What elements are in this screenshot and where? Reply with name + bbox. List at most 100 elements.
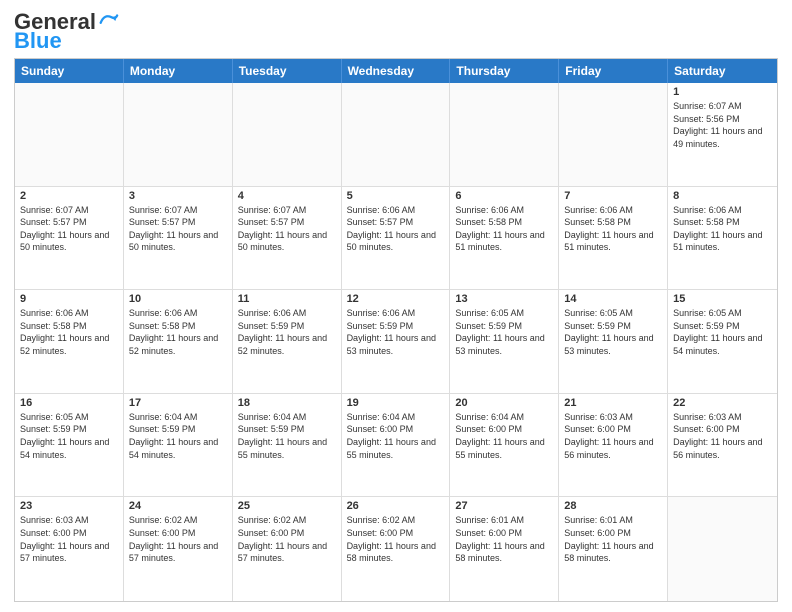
day-number: 7	[564, 190, 662, 202]
day-info: Sunrise: 6:06 AMSunset: 5:57 PMDaylight:…	[347, 204, 445, 254]
day-number: 27	[455, 500, 553, 512]
cal-cell: 5 Sunrise: 6:06 AMSunset: 5:57 PMDaylight…	[342, 187, 451, 290]
day-info: Sunrise: 6:04 AMSunset: 6:00 PMDaylight:…	[347, 411, 445, 461]
day-info: Sunrise: 6:07 AMSunset: 5:57 PMDaylight:…	[238, 204, 336, 254]
cal-cell	[233, 83, 342, 186]
day-number: 1	[673, 86, 772, 98]
day-number: 11	[238, 293, 336, 305]
day-number: 23	[20, 500, 118, 512]
cal-cell	[450, 83, 559, 186]
week-row-1: 1 Sunrise: 6:07 AMSunset: 5:56 PMDaylight…	[15, 83, 777, 187]
week-row-2: 2 Sunrise: 6:07 AMSunset: 5:57 PMDaylight…	[15, 187, 777, 291]
day-info: Sunrise: 6:04 AMSunset: 6:00 PMDaylight:…	[455, 411, 553, 461]
cal-cell: 13Sunrise: 6:05 AMSunset: 5:59 PMDayligh…	[450, 290, 559, 393]
cal-cell: 27 Sunrise: 6:01 AMSunset: 6:00 PMDayligh…	[450, 497, 559, 601]
day-info: Sunrise: 6:04 AMSunset: 5:59 PMDaylight:…	[129, 411, 227, 461]
day-number: 2	[20, 190, 118, 202]
cal-cell: 22 Sunrise: 6:03 AMSunset: 6:00 PMDayligh…	[668, 394, 777, 497]
calendar-body: 1 Sunrise: 6:07 AMSunset: 5:56 PMDaylight…	[15, 83, 777, 601]
cal-cell: 6 Sunrise: 6:06 AMSunset: 5:58 PMDaylight…	[450, 187, 559, 290]
cal-cell: 21 Sunrise: 6:03 AMSunset: 6:00 PMDayligh…	[559, 394, 668, 497]
cal-cell: 8Sunrise: 6:06 AMSunset: 5:58 PMDaylight…	[668, 187, 777, 290]
cal-cell	[668, 497, 777, 601]
day-info: Sunrise: 6:06 AMSunset: 5:59 PMDaylight:…	[347, 307, 445, 357]
cal-cell: 26Sunrise: 6:02 AMSunset: 6:00 PMDayligh…	[342, 497, 451, 601]
calendar-header: SundayMondayTuesdayWednesdayThursdayFrid…	[15, 59, 777, 83]
day-info: Sunrise: 6:07 AMSunset: 5:57 PMDaylight:…	[20, 204, 118, 254]
day-info: Sunrise: 6:05 AMSunset: 5:59 PMDaylight:…	[673, 307, 772, 357]
cal-cell: 7 Sunrise: 6:06 AMSunset: 5:58 PMDaylight…	[559, 187, 668, 290]
cal-cell: 2 Sunrise: 6:07 AMSunset: 5:57 PMDaylight…	[15, 187, 124, 290]
logo-text-blue: Blue	[14, 30, 62, 52]
day-info: Sunrise: 6:04 AMSunset: 5:59 PMDaylight:…	[238, 411, 336, 461]
day-header-thursday: Thursday	[450, 59, 559, 83]
cal-cell: 14Sunrise: 6:05 AMSunset: 5:59 PMDayligh…	[559, 290, 668, 393]
day-info: Sunrise: 6:05 AMSunset: 5:59 PMDaylight:…	[20, 411, 118, 461]
logo: General Blue	[14, 10, 119, 52]
day-info: Sunrise: 6:01 AMSunset: 6:00 PMDaylight:…	[455, 514, 553, 564]
cal-cell: 25 Sunrise: 6:02 AMSunset: 6:00 PMDayligh…	[233, 497, 342, 601]
cal-cell: 1 Sunrise: 6:07 AMSunset: 5:56 PMDaylight…	[668, 83, 777, 186]
day-number: 16	[20, 397, 118, 409]
day-info: Sunrise: 6:06 AMSunset: 5:59 PMDaylight:…	[238, 307, 336, 357]
cal-cell: 28Sunrise: 6:01 AMSunset: 6:00 PMDayligh…	[559, 497, 668, 601]
day-number: 5	[347, 190, 445, 202]
day-header-saturday: Saturday	[668, 59, 777, 83]
day-header-monday: Monday	[124, 59, 233, 83]
cal-cell: 23 Sunrise: 6:03 AMSunset: 6:00 PMDayligh…	[15, 497, 124, 601]
week-row-5: 23 Sunrise: 6:03 AMSunset: 6:00 PMDayligh…	[15, 497, 777, 601]
cal-cell: 4 Sunrise: 6:07 AMSunset: 5:57 PMDaylight…	[233, 187, 342, 290]
cal-cell: 17Sunrise: 6:04 AMSunset: 5:59 PMDayligh…	[124, 394, 233, 497]
day-info: Sunrise: 6:06 AMSunset: 5:58 PMDaylight:…	[673, 204, 772, 254]
cal-cell	[124, 83, 233, 186]
cal-cell: 9 Sunrise: 6:06 AMSunset: 5:58 PMDaylight…	[15, 290, 124, 393]
day-info: Sunrise: 6:07 AMSunset: 5:56 PMDaylight:…	[673, 100, 772, 150]
cal-cell: 11 Sunrise: 6:06 AMSunset: 5:59 PMDayligh…	[233, 290, 342, 393]
calendar: SundayMondayTuesdayWednesdayThursdayFrid…	[14, 58, 778, 602]
cal-cell: 15 Sunrise: 6:05 AMSunset: 5:59 PMDayligh…	[668, 290, 777, 393]
day-number: 24	[129, 500, 227, 512]
day-number: 13	[455, 293, 553, 305]
day-number: 3	[129, 190, 227, 202]
day-number: 25	[238, 500, 336, 512]
day-number: 10	[129, 293, 227, 305]
cal-cell: 16 Sunrise: 6:05 AMSunset: 5:59 PMDayligh…	[15, 394, 124, 497]
day-number: 21	[564, 397, 662, 409]
day-header-wednesday: Wednesday	[342, 59, 451, 83]
day-number: 4	[238, 190, 336, 202]
day-info: Sunrise: 6:03 AMSunset: 6:00 PMDaylight:…	[673, 411, 772, 461]
day-info: Sunrise: 6:01 AMSunset: 6:00 PMDaylight:…	[564, 514, 662, 564]
logo-icon	[97, 10, 119, 32]
cal-cell: 12 Sunrise: 6:06 AMSunset: 5:59 PMDayligh…	[342, 290, 451, 393]
day-number: 14	[564, 293, 662, 305]
day-info: Sunrise: 6:02 AMSunset: 6:00 PMDaylight:…	[238, 514, 336, 564]
day-info: Sunrise: 6:07 AMSunset: 5:57 PMDaylight:…	[129, 204, 227, 254]
day-header-sunday: Sunday	[15, 59, 124, 83]
day-info: Sunrise: 6:02 AMSunset: 6:00 PMDaylight:…	[347, 514, 445, 564]
day-number: 9	[20, 293, 118, 305]
day-info: Sunrise: 6:06 AMSunset: 5:58 PMDaylight:…	[20, 307, 118, 357]
day-number: 19	[347, 397, 445, 409]
cal-cell	[15, 83, 124, 186]
cal-cell: 19 Sunrise: 6:04 AMSunset: 6:00 PMDayligh…	[342, 394, 451, 497]
day-info: Sunrise: 6:03 AMSunset: 6:00 PMDaylight:…	[20, 514, 118, 564]
day-number: 22	[673, 397, 772, 409]
cal-cell: 24 Sunrise: 6:02 AMSunset: 6:00 PMDayligh…	[124, 497, 233, 601]
day-number: 12	[347, 293, 445, 305]
day-info: Sunrise: 6:02 AMSunset: 6:00 PMDaylight:…	[129, 514, 227, 564]
cal-cell: 10 Sunrise: 6:06 AMSunset: 5:58 PMDayligh…	[124, 290, 233, 393]
day-number: 6	[455, 190, 553, 202]
day-number: 15	[673, 293, 772, 305]
day-info: Sunrise: 6:06 AMSunset: 5:58 PMDaylight:…	[564, 204, 662, 254]
day-info: Sunrise: 6:06 AMSunset: 5:58 PMDaylight:…	[129, 307, 227, 357]
page: General Blue SundayMondayTuesdayWednesda…	[0, 0, 792, 612]
day-info: Sunrise: 6:06 AMSunset: 5:58 PMDaylight:…	[455, 204, 553, 254]
day-number: 18	[238, 397, 336, 409]
day-number: 20	[455, 397, 553, 409]
week-row-3: 9 Sunrise: 6:06 AMSunset: 5:58 PMDaylight…	[15, 290, 777, 394]
day-info: Sunrise: 6:03 AMSunset: 6:00 PMDaylight:…	[564, 411, 662, 461]
day-header-tuesday: Tuesday	[233, 59, 342, 83]
cal-cell: 3 Sunrise: 6:07 AMSunset: 5:57 PMDaylight…	[124, 187, 233, 290]
cal-cell: 20 Sunrise: 6:04 AMSunset: 6:00 PMDayligh…	[450, 394, 559, 497]
cal-cell	[559, 83, 668, 186]
